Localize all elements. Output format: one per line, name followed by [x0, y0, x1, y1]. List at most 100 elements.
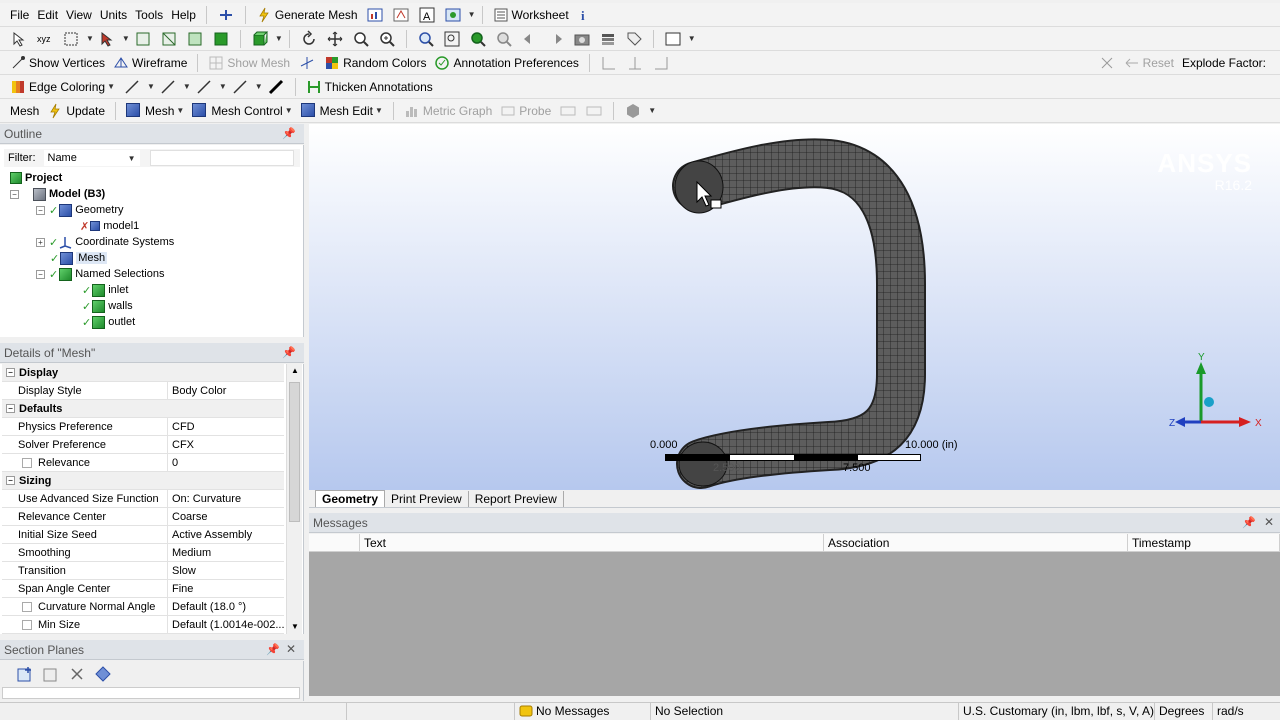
cursor-select-icon[interactable] — [98, 30, 116, 48]
probe-option-2-icon[interactable] — [585, 102, 603, 120]
edge-thick-icon[interactable] — [267, 78, 285, 96]
details-section-defaults[interactable]: − Defaults — [2, 400, 284, 418]
tab-report-preview[interactable]: Report Preview — [469, 491, 564, 507]
menu-units[interactable]: Units — [96, 5, 131, 25]
hexagon-dropdown-arrow[interactable]: ▼ — [648, 106, 656, 115]
tab-print-preview[interactable]: Print Preview — [385, 491, 469, 507]
property-value[interactable]: 0 — [168, 454, 284, 471]
pipe-mesh-model[interactable] — [309, 124, 1280, 490]
axis-triad[interactable]: Y X Z — [1169, 350, 1269, 440]
cursor-dropdown-arrow[interactable]: ▼ — [122, 34, 130, 43]
scrollbar-thumb[interactable] — [289, 382, 300, 522]
abc-icon[interactable] — [392, 6, 410, 24]
status-rads[interactable]: rad/s — [1212, 702, 1280, 720]
property-value[interactable]: Body Color — [168, 382, 284, 399]
edge-style-4-dropdown-arrow[interactable]: ▼ — [255, 82, 263, 91]
show-mesh-button[interactable]: Show Mesh — [204, 53, 294, 73]
window-icon[interactable] — [664, 30, 682, 48]
column-header-text[interactable]: Text — [360, 534, 824, 552]
details-row[interactable]: Use Advanced Size Function On: Curvature — [2, 490, 284, 508]
zoom-plus-icon[interactable] — [378, 30, 396, 48]
axis-icon[interactable] — [298, 54, 316, 72]
details-row[interactable]: Curvature Normal Angle Default (18.0 °) — [2, 598, 284, 616]
pin-icon[interactable]: 📌 — [282, 346, 296, 359]
details-section-display[interactable]: − Display — [2, 364, 284, 382]
column-header-association[interactable]: Association — [824, 534, 1128, 552]
thicken-annotations-button[interactable]: Thicken Annotations — [302, 77, 437, 97]
align-left-icon[interactable] — [600, 54, 618, 72]
property-value[interactable]: Active Assembly — [168, 526, 284, 543]
tree-item-geometry[interactable]: − ✓ Geometry — [36, 202, 124, 218]
select-box-icon[interactable] — [62, 30, 80, 48]
details-scrollbar[interactable]: ▲ ▼ — [286, 364, 302, 634]
menu-tools[interactable]: Tools — [131, 5, 167, 25]
camera-icon[interactable] — [573, 30, 591, 48]
pointer-icon[interactable] — [10, 30, 28, 48]
collapse-icon[interactable]: − — [36, 269, 45, 279]
details-section-sizing[interactable]: − Sizing — [2, 472, 284, 490]
rotate-icon[interactable] — [300, 29, 318, 48]
mesh-dropdown-button[interactable]: Mesh ▼ — [122, 101, 188, 121]
tag-icon[interactable] — [625, 30, 643, 48]
details-row[interactable]: Transition Slow — [2, 562, 284, 580]
section-view-icon[interactable] — [94, 665, 112, 683]
delete-icon[interactable] — [68, 665, 86, 683]
info-icon[interactable]: i — [577, 6, 595, 24]
next-view-icon[interactable] — [547, 30, 565, 48]
graph-icon[interactable] — [366, 6, 384, 24]
generate-mesh-button[interactable]: Generate Mesh — [252, 5, 362, 25]
edge-style-1-icon[interactable] — [123, 78, 141, 96]
select-dropdown-arrow[interactable]: ▼ — [86, 34, 94, 43]
image-dropdown-arrow[interactable]: ▼ — [468, 10, 476, 19]
close-icon[interactable]: ✕ — [1264, 515, 1274, 529]
face-select-icon[interactable] — [186, 30, 204, 48]
tree-item-named-selections[interactable]: − ✓ Named Selections — [36, 266, 165, 282]
edge-style-2-dropdown-arrow[interactable]: ▼ — [183, 82, 191, 91]
details-row[interactable]: Physics Preference CFD — [2, 418, 284, 436]
parameter-checkbox[interactable] — [22, 619, 32, 630]
property-value[interactable]: On: Curvature — [168, 490, 284, 507]
pan-icon[interactable] — [326, 30, 344, 48]
tree-item-model1[interactable]: ✗ model1 — [80, 218, 139, 234]
zoom-fit-icon[interactable] — [417, 30, 435, 48]
property-value[interactable]: CFX — [168, 436, 284, 453]
filter-text-input[interactable] — [149, 150, 294, 166]
collapse-icon[interactable]: − — [36, 205, 45, 215]
menu-view[interactable]: View — [62, 5, 96, 25]
image-icon[interactable] — [444, 6, 462, 24]
window-dropdown-arrow[interactable]: ▼ — [688, 34, 696, 43]
text-icon[interactable]: A — [418, 6, 436, 24]
align-center-icon[interactable] — [626, 54, 644, 72]
property-value[interactable]: Medium — [168, 544, 284, 561]
random-colors-button[interactable]: Random Colors — [320, 53, 430, 73]
pin-icon[interactable]: 📌 — [1242, 516, 1256, 529]
tree-icon[interactable] — [217, 6, 235, 24]
mesh-control-button[interactable]: Mesh Control ▼ — [188, 101, 296, 121]
scroll-down-icon[interactable]: ▼ — [291, 622, 299, 631]
details-row[interactable]: Relevance Center Coarse — [2, 508, 284, 526]
probe-button[interactable]: Probe — [496, 101, 555, 121]
tree-item-mesh[interactable]: ✓ Mesh — [50, 250, 108, 266]
property-value[interactable]: Fine — [168, 580, 284, 597]
close-icon[interactable]: ✕ — [286, 642, 296, 656]
zoom-icon[interactable] — [352, 30, 370, 48]
annotation-preferences-button[interactable]: Annotation Preferences — [430, 53, 582, 73]
tree-item-outlet[interactable]: ✓ outlet — [82, 314, 135, 330]
tree-item-inlet[interactable]: ✓ inlet — [82, 282, 128, 298]
tab-geometry[interactable]: Geometry — [315, 490, 386, 507]
edge-style-1-dropdown-arrow[interactable]: ▼ — [147, 82, 155, 91]
align-right-icon[interactable] — [652, 54, 670, 72]
pin-icon[interactable]: 📌 — [266, 643, 280, 656]
wireframe-button[interactable]: Wireframe — [109, 53, 191, 73]
details-row[interactable]: Solver Preference CFX — [2, 436, 284, 454]
body-select-icon[interactable] — [212, 30, 230, 48]
status-messages[interactable]: No Messages — [514, 702, 650, 720]
edge-select-icon[interactable] — [160, 30, 178, 48]
edit-section-plane-icon[interactable] — [42, 665, 60, 683]
column-header-timestamp[interactable]: Timestamp — [1128, 534, 1280, 552]
details-row[interactable]: Relevance 0 — [2, 454, 284, 472]
previous-view-icon[interactable] — [521, 30, 539, 48]
zoom-green-icon[interactable] — [469, 30, 487, 48]
probe-option-1-icon[interactable] — [559, 102, 577, 120]
property-value[interactable]: Default (1.0014e-002... — [168, 616, 284, 633]
